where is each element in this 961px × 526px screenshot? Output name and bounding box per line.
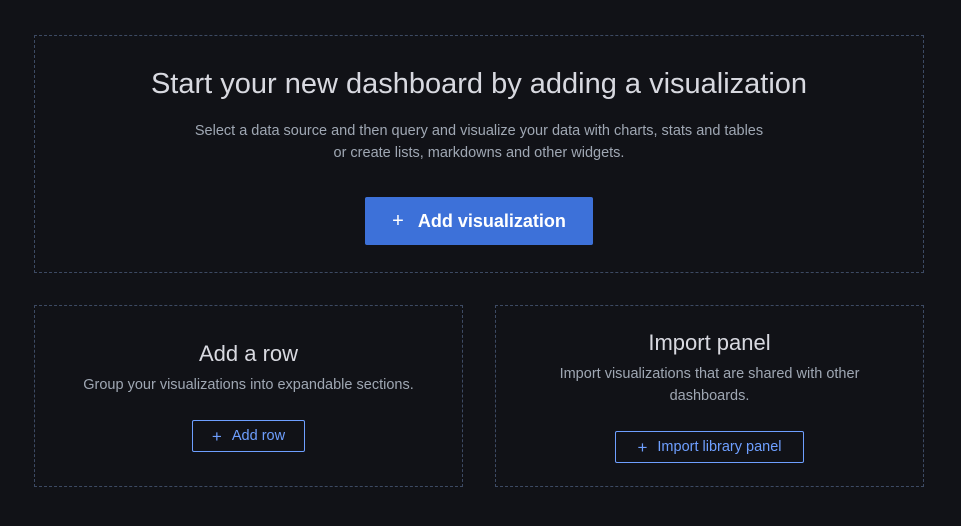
add-row-panel: Add a row Group your visualizations into… [34,305,463,487]
plus-icon: + [392,210,404,232]
import-panel-title: Import panel [648,330,771,355]
page-title: Start your new dashboard by adding a vis… [150,68,808,100]
add-row-description: Group your visualizations into expandabl… [83,377,414,393]
description-line-1: Select a data source and then query and … [194,123,764,139]
add-visualization-label: Add visualization [417,210,566,231]
add-row-button[interactable]: + Add row [192,420,305,452]
plus-icon: + [211,426,222,446]
add-visualization-button[interactable]: + Add visualization [365,197,593,245]
add-row-title: Add a row [198,341,299,366]
empty-dashboard-page: Start your new dashboard by adding a vis… [0,0,961,526]
import-library-panel-button[interactable]: + Import library panel [615,431,804,463]
import-panel-description: Import visualizations that are shared wi… [559,366,860,404]
add-visualization-description: Select a data source and then query and … [195,121,763,164]
plus-icon: + [637,437,648,457]
add-visualization-panel: Start your new dashboard by adding a vis… [34,35,924,273]
import-panel: Import panel Import visualizations that … [495,305,924,487]
description-line-2: or create lists, markdowns and other wid… [333,144,625,161]
add-row-label: Add row [231,428,286,444]
import-library-panel-label: Import library panel [657,439,782,455]
